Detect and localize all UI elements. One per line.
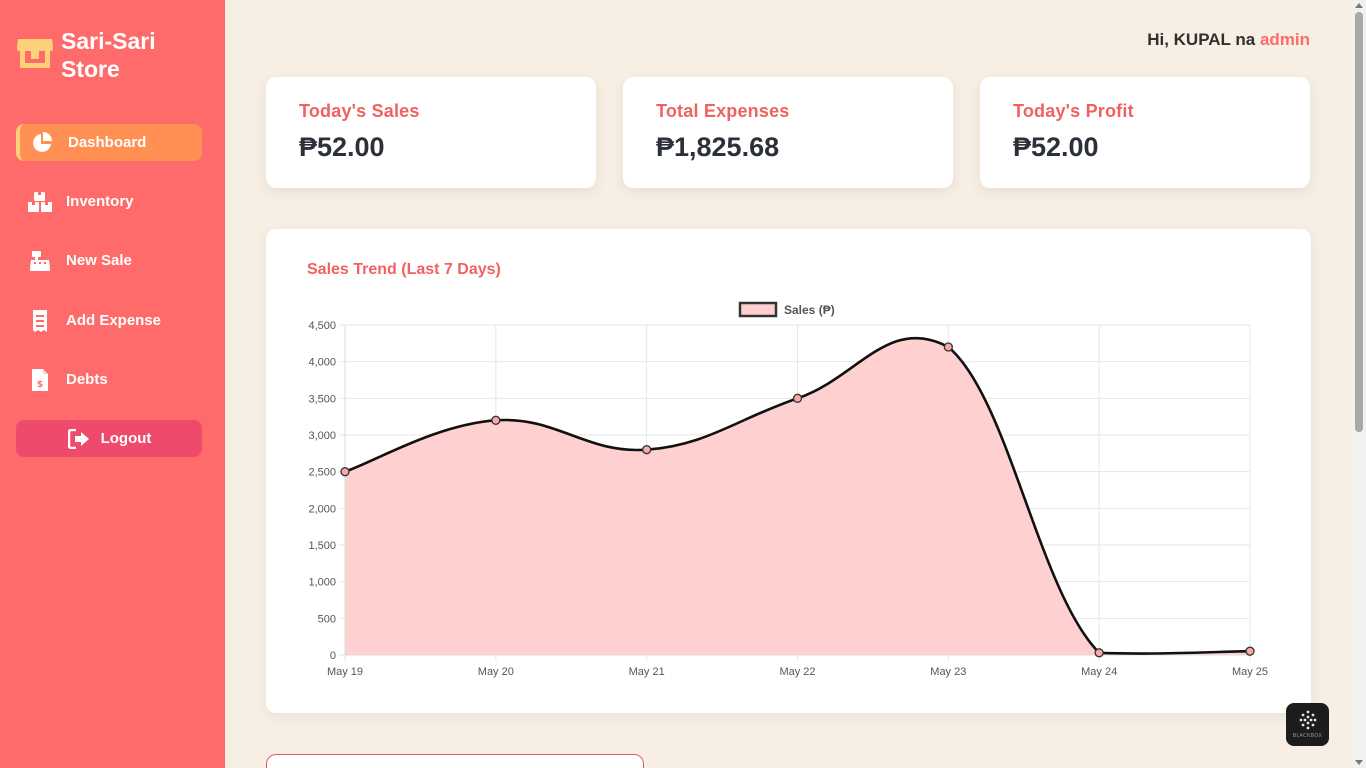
- y-tick-label: 4,000: [308, 357, 336, 369]
- sidebar-item-label: Debts: [66, 371, 108, 388]
- recent-card: [266, 754, 644, 768]
- legend-label: Sales (₱): [784, 303, 835, 317]
- sidebar-item-label: Inventory: [66, 193, 134, 210]
- x-tick-label: May 21: [629, 666, 665, 678]
- data-point: [642, 445, 652, 455]
- sidebar-item-add-expense[interactable]: Add Expense: [16, 302, 202, 339]
- stat-value: ₱52.00: [299, 132, 385, 162]
- y-tick-label: 2,000: [308, 503, 336, 515]
- scrollbar[interactable]: [1352, 0, 1366, 768]
- invoice-dollar-icon: $: [28, 368, 52, 391]
- sidebar-item-label: New Sale: [66, 252, 132, 269]
- blackbox-badge[interactable]: BLACKBOX: [1286, 703, 1329, 746]
- receipt-icon: [28, 309, 52, 332]
- brand[interactable]: Sari-Sari Store: [16, 27, 181, 83]
- x-tick-label: May 24: [1081, 666, 1117, 678]
- sidebar: Sari-Sari Store Dashboard Inventory New …: [0, 0, 225, 768]
- blackbox-logo-icon: [1299, 710, 1316, 730]
- y-tick-label: 3,500: [308, 393, 336, 405]
- sales-trend-chart: 0 500 1,000 1,500 2,000 2,500 3,000 3,500 4,000 4…: [308, 301, 1268, 678]
- y-tick-label: 500: [318, 613, 336, 625]
- stat-card-todays-profit: Today's Profit ₱52.00: [980, 77, 1310, 188]
- svg-text:$: $: [37, 380, 43, 390]
- sidebar-item-inventory[interactable]: Inventory: [16, 183, 202, 220]
- sales-trend-card: Sales Trend (Last 7 Days) 0 500 1,000 1,500…: [266, 229, 1311, 713]
- sign-out-icon: [67, 428, 91, 450]
- cash-register-icon: [28, 250, 52, 272]
- scroll-up-arrow-icon[interactable]: [1355, 3, 1363, 8]
- chart-pie-icon: [30, 131, 54, 154]
- y-tick-label: 1,500: [308, 540, 336, 552]
- store-icon: [16, 37, 54, 73]
- greeting: Hi, KUPAL na admin: [1147, 30, 1310, 50]
- x-tick-label: May 25: [1232, 666, 1268, 678]
- sidebar-item-label: Add Expense: [66, 312, 162, 329]
- sidebar-item-debts[interactable]: $ Debts: [16, 361, 202, 398]
- data-point: [943, 342, 953, 352]
- logout-button[interactable]: Logout: [16, 420, 202, 457]
- x-tick-label: May 19: [327, 666, 363, 678]
- y-tick-label: 0: [330, 650, 336, 662]
- data-point: [1094, 648, 1104, 658]
- sidebar-item-dashboard[interactable]: Dashboard: [16, 124, 202, 161]
- boxes-icon: [28, 191, 52, 213]
- y-tick-label: 1,000: [308, 577, 336, 589]
- legend-swatch: [738, 301, 778, 318]
- stat-card-todays-sales: Today's Sales ₱52.00: [266, 77, 596, 188]
- sidebar-item-label: Dashboard: [68, 134, 147, 151]
- scroll-down-arrow-icon[interactable]: [1355, 760, 1363, 765]
- y-tick-label: 3,000: [308, 430, 336, 442]
- stat-label: Today's Sales: [299, 101, 420, 121]
- x-tick-label: May 22: [779, 666, 815, 678]
- stat-label: Today's Profit: [1013, 101, 1134, 121]
- stat-label: Total Expenses: [656, 101, 790, 121]
- y-tick-label: 2,500: [308, 467, 336, 479]
- data-point: [491, 415, 501, 425]
- y-tick-label: 4,500: [308, 320, 336, 332]
- scroll-thumb[interactable]: [1355, 12, 1363, 432]
- data-point: [340, 467, 350, 477]
- greeting-prefix: Hi, KUPAL na: [1147, 30, 1256, 49]
- stat-card-total-expenses: Total Expenses ₱1,825.68: [623, 77, 953, 188]
- stat-value: ₱1,825.68: [656, 132, 780, 162]
- x-tick-label: May 20: [478, 666, 514, 678]
- sidebar-item-new-sale[interactable]: New Sale: [16, 242, 202, 279]
- username[interactable]: admin: [1260, 30, 1310, 49]
- data-point: [1245, 646, 1255, 656]
- brand-title: Sari-Sari Store: [61, 28, 156, 82]
- logout-label: Logout: [100, 430, 152, 447]
- stat-value: ₱52.00: [1013, 132, 1099, 162]
- data-point: [792, 393, 803, 403]
- blackbox-label: BLACKBOX: [1292, 733, 1323, 739]
- x-tick-label: May 23: [930, 666, 966, 678]
